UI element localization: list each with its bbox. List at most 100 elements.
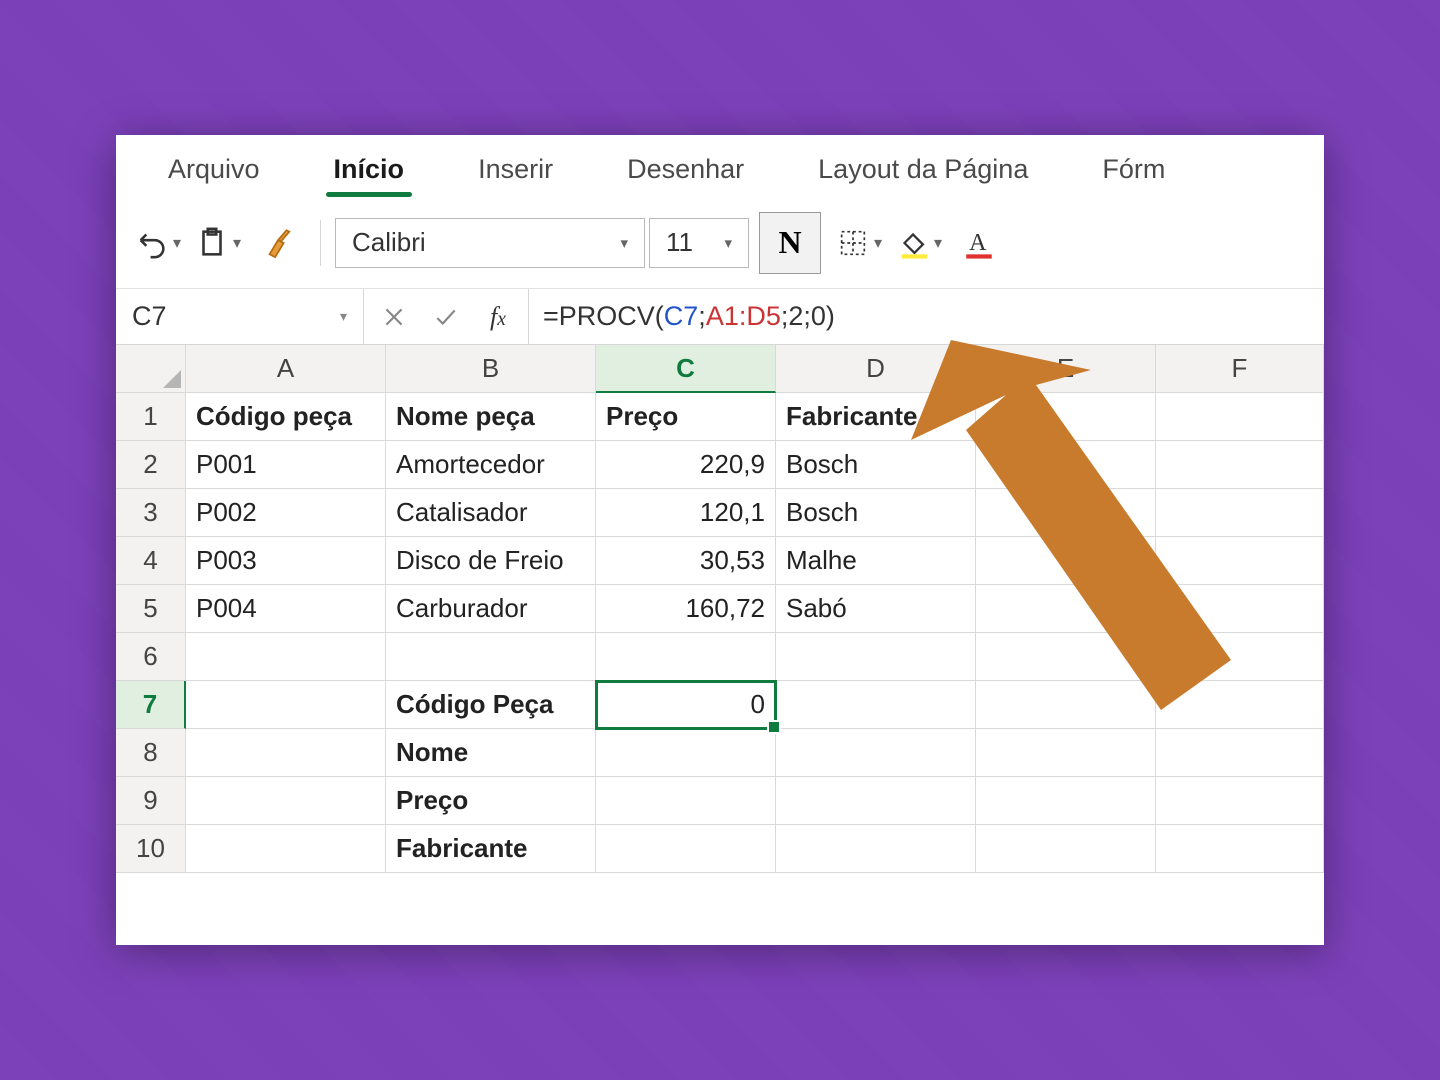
- fx-icon: fx: [490, 302, 506, 332]
- row-header-2[interactable]: 2: [116, 441, 186, 489]
- cell-b9[interactable]: Preço: [386, 777, 596, 825]
- cell-a6[interactable]: [186, 633, 386, 681]
- cell-e4[interactable]: [976, 537, 1156, 585]
- cell-c8[interactable]: [596, 729, 776, 777]
- cell-a5[interactable]: P004: [186, 585, 386, 633]
- cell-f2[interactable]: [1156, 441, 1324, 489]
- font-size-select[interactable]: 11 ▾: [649, 218, 749, 268]
- tab-inserir[interactable]: Inserir: [454, 146, 577, 197]
- bold-button[interactable]: N: [759, 212, 821, 274]
- tab-formulas[interactable]: Fórm: [1078, 146, 1189, 197]
- row-header-5[interactable]: 5: [116, 585, 186, 633]
- cell-d5[interactable]: Sabó: [776, 585, 976, 633]
- cell-f7[interactable]: [1156, 681, 1324, 729]
- col-header-d[interactable]: D: [776, 345, 976, 393]
- cell-a7[interactable]: [186, 681, 386, 729]
- cell-e6[interactable]: [976, 633, 1156, 681]
- cell-b10[interactable]: Fabricante: [386, 825, 596, 873]
- cell-c7[interactable]: 0: [596, 681, 776, 729]
- cell-a10[interactable]: [186, 825, 386, 873]
- cell-b6[interactable]: [386, 633, 596, 681]
- cell-e10[interactable]: [976, 825, 1156, 873]
- cell-b4[interactable]: Disco de Freio: [386, 537, 596, 585]
- col-header-a[interactable]: A: [186, 345, 386, 393]
- format-painter-button[interactable]: [250, 215, 306, 271]
- cell-e1[interactable]: [976, 393, 1156, 441]
- cell-c3[interactable]: 120,1: [596, 489, 776, 537]
- cell-a3[interactable]: P002: [186, 489, 386, 537]
- cell-c10[interactable]: [596, 825, 776, 873]
- row-header-1[interactable]: 1: [116, 393, 186, 441]
- row-header-4[interactable]: 4: [116, 537, 186, 585]
- row-header-3[interactable]: 3: [116, 489, 186, 537]
- chevron-down-icon: ▾: [340, 308, 347, 325]
- cell-b7[interactable]: Código Peça: [386, 681, 596, 729]
- cell-e7[interactable]: [976, 681, 1156, 729]
- fill-color-button[interactable]: ▾: [891, 215, 947, 271]
- paste-button[interactable]: ▾: [190, 215, 246, 271]
- col-header-c[interactable]: C: [596, 345, 776, 393]
- formula-input[interactable]: =PROCV(C7;A1:D5;2;0): [529, 301, 1324, 332]
- cell-e2[interactable]: [976, 441, 1156, 489]
- cell-e5[interactable]: [976, 585, 1156, 633]
- col-header-f[interactable]: F: [1156, 345, 1324, 393]
- cell-c1[interactable]: Preço: [596, 393, 776, 441]
- tab-arquivo[interactable]: Arquivo: [144, 146, 284, 197]
- cell-f6[interactable]: [1156, 633, 1324, 681]
- tab-desenhar[interactable]: Desenhar: [603, 146, 768, 197]
- cell-c4[interactable]: 30,53: [596, 537, 776, 585]
- cell-c6[interactable]: [596, 633, 776, 681]
- font-name-select[interactable]: Calibri ▾: [335, 218, 645, 268]
- tab-inicio[interactable]: Início: [310, 146, 429, 197]
- cell-f4[interactable]: [1156, 537, 1324, 585]
- col-header-e[interactable]: E: [976, 345, 1156, 393]
- cell-f10[interactable]: [1156, 825, 1324, 873]
- col-header-b[interactable]: B: [386, 345, 596, 393]
- cell-c5[interactable]: 160,72: [596, 585, 776, 633]
- cell-a2[interactable]: P001: [186, 441, 386, 489]
- tab-layout-pagina[interactable]: Layout da Página: [794, 146, 1052, 197]
- cell-b8[interactable]: Nome: [386, 729, 596, 777]
- cell-f3[interactable]: [1156, 489, 1324, 537]
- row-header-8[interactable]: 8: [116, 729, 186, 777]
- row-header-10[interactable]: 10: [116, 825, 186, 873]
- cell-b5[interactable]: Carburador: [386, 585, 596, 633]
- row-header-6[interactable]: 6: [116, 633, 186, 681]
- cell-d6[interactable]: [776, 633, 976, 681]
- row-header-9[interactable]: 9: [116, 777, 186, 825]
- cell-e3[interactable]: [976, 489, 1156, 537]
- cell-b2[interactable]: Amortecedor: [386, 441, 596, 489]
- cell-d2[interactable]: Bosch: [776, 441, 976, 489]
- insert-function-button[interactable]: fx: [478, 297, 518, 337]
- cell-a9[interactable]: [186, 777, 386, 825]
- cell-f9[interactable]: [1156, 777, 1324, 825]
- cell-d3[interactable]: Bosch: [776, 489, 976, 537]
- cell-c9[interactable]: [596, 777, 776, 825]
- font-color-button[interactable]: A: [951, 215, 1007, 271]
- cell-a1[interactable]: Código peça: [186, 393, 386, 441]
- cell-d1[interactable]: Fabricante: [776, 393, 976, 441]
- cell-a8[interactable]: [186, 729, 386, 777]
- select-all-corner[interactable]: [116, 345, 186, 393]
- borders-button[interactable]: ▾: [831, 215, 887, 271]
- undo-button[interactable]: ▾: [130, 215, 186, 271]
- cell-f1[interactable]: [1156, 393, 1324, 441]
- accept-formula-button[interactable]: [426, 297, 466, 337]
- cell-e8[interactable]: [976, 729, 1156, 777]
- cell-d7[interactable]: [776, 681, 976, 729]
- name-box[interactable]: C7 ▾: [116, 289, 364, 344]
- cell-c2[interactable]: 220,9: [596, 441, 776, 489]
- cell-b3[interactable]: Catalisador: [386, 489, 596, 537]
- row-header-7[interactable]: 7: [116, 681, 186, 729]
- cell-e9[interactable]: [976, 777, 1156, 825]
- chevron-down-icon: ▾: [620, 234, 628, 252]
- cell-d10[interactable]: [776, 825, 976, 873]
- cell-a4[interactable]: P003: [186, 537, 386, 585]
- cancel-formula-button[interactable]: [374, 297, 414, 337]
- cell-d8[interactable]: [776, 729, 976, 777]
- cell-f8[interactable]: [1156, 729, 1324, 777]
- cell-f5[interactable]: [1156, 585, 1324, 633]
- cell-d4[interactable]: Malhe: [776, 537, 976, 585]
- cell-d9[interactable]: [776, 777, 976, 825]
- cell-b1[interactable]: Nome peça: [386, 393, 596, 441]
